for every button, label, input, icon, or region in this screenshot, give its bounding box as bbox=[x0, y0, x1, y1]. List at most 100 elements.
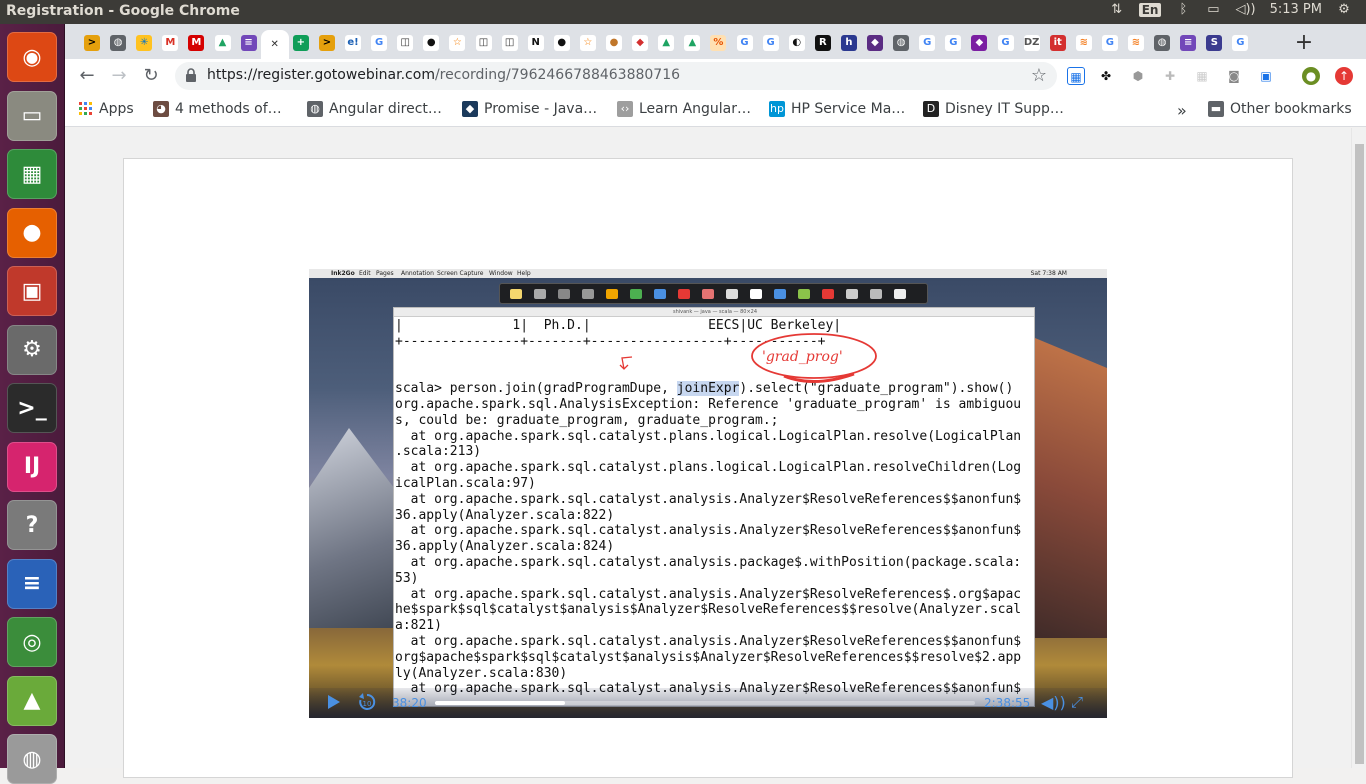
tab-favicon-percent[interactable]: % bbox=[705, 30, 731, 56]
tab-favicon-drive-3[interactable]: ▲ bbox=[679, 30, 705, 56]
bookmark-apps[interactable]: Apps bbox=[79, 101, 134, 117]
tab-favicon-plex[interactable]: > bbox=[79, 30, 105, 56]
reload-icon[interactable]: ↻ bbox=[139, 64, 163, 88]
terminal-line: icalPlan.scala:97) bbox=[395, 475, 536, 491]
system-settings-icon[interactable]: ⚙ bbox=[7, 324, 57, 375]
bookmark-4-methods[interactable]: ◕ 4 methods of… bbox=[153, 101, 282, 117]
update-chrome-icon[interactable]: ↑ bbox=[1335, 67, 1353, 85]
files-icon[interactable]: ▭ bbox=[7, 90, 57, 141]
network-arrows-icon[interactable]: ⇅ bbox=[1109, 2, 1125, 17]
tab-favicon-it[interactable]: it bbox=[1045, 30, 1071, 56]
progress-bar[interactable] bbox=[435, 701, 975, 705]
new-tab-button[interactable]: + bbox=[1291, 30, 1317, 55]
tab-favicon-docs[interactable]: ≡ bbox=[236, 30, 262, 56]
tab-favicon-globe-2[interactable]: ◍ bbox=[888, 30, 914, 56]
tab-favicon-dzone[interactable]: DZ bbox=[1019, 30, 1045, 56]
chrome-icon[interactable]: ◎ bbox=[7, 617, 57, 667]
tab-favicon-plex-2[interactable]: > bbox=[314, 30, 340, 56]
terminal-icon[interactable]: >_ bbox=[7, 383, 57, 433]
terminal-line: a:821) bbox=[395, 618, 442, 634]
image-viewer-icon[interactable]: ▲ bbox=[7, 675, 57, 726]
tab-favicon-book[interactable]: ◫ bbox=[392, 30, 418, 56]
tab-favicon-google-6[interactable]: G bbox=[993, 30, 1019, 56]
keyboard-layout-indicator[interactable]: En bbox=[1138, 2, 1162, 17]
tab-favicon-walmart[interactable]: ✳ bbox=[131, 30, 157, 56]
tab-favicon-drive[interactable]: ▲ bbox=[210, 30, 236, 56]
tab-favicon-book-2[interactable]: ◫ bbox=[471, 30, 497, 56]
bookmark-other[interactable]: ▬ Other bookmarks bbox=[1208, 101, 1352, 117]
intellij-icon[interactable]: IJ bbox=[7, 441, 57, 492]
spreadsheet-icon[interactable]: ▦ bbox=[7, 149, 57, 199]
tab-favicon-google-5[interactable]: G bbox=[940, 30, 966, 56]
tab-favicon-drive-2[interactable]: ▲ bbox=[653, 30, 679, 56]
extension-paw-icon[interactable]: ✤ bbox=[1097, 67, 1115, 85]
panel-clock[interactable]: 5:13 PM bbox=[1270, 2, 1322, 17]
tab-favicon-m-red[interactable]: M bbox=[183, 30, 209, 56]
tab-favicon-shield[interactable]: ◆ bbox=[862, 30, 888, 56]
tab-favicon-google-3[interactable]: G bbox=[758, 30, 784, 56]
back-icon[interactable]: ← bbox=[75, 64, 99, 88]
tab-favicon-github-2[interactable]: ● bbox=[549, 30, 575, 56]
tab-favicon-google-8[interactable]: G bbox=[1227, 30, 1253, 56]
forward-icon[interactable]: → bbox=[107, 64, 131, 88]
volume-icon[interactable]: ◀)) bbox=[1041, 693, 1066, 712]
tab-favicon-close[interactable]: ✕ bbox=[260, 30, 289, 59]
fullscreen-icon[interactable]: ⤢ bbox=[1071, 693, 1083, 711]
tab-favicon-docs-2[interactable]: ≡ bbox=[1175, 30, 1201, 56]
tab-favicon-cookie[interactable]: ● bbox=[601, 30, 627, 56]
page-scrollbar[interactable] bbox=[1351, 128, 1366, 768]
tab-favicon-github[interactable]: ● bbox=[418, 30, 444, 56]
tab-favicon-notion[interactable]: N bbox=[523, 30, 549, 56]
tab-favicon-scala[interactable]: S bbox=[1201, 30, 1227, 56]
presentation-icon[interactable]: ▣ bbox=[7, 266, 57, 316]
firefox-icon[interactable]: ● bbox=[7, 207, 57, 258]
tab-favicon-star-2[interactable]: ☆ bbox=[575, 30, 601, 56]
writer-icon[interactable]: ≡ bbox=[7, 558, 57, 609]
bookmark-disney-it[interactable]: D Disney IT Supp… bbox=[923, 101, 1064, 117]
tab-favicon-globe[interactable]: ◍ bbox=[105, 30, 131, 56]
profile-avatar[interactable]: ● bbox=[1302, 67, 1320, 85]
video-player[interactable]: Sat 7:38 AM Ink2Go Edit Pages Annotation Scr… bbox=[309, 269, 1107, 718]
tab-favicon-google-7[interactable]: G bbox=[1097, 30, 1123, 56]
tab-favicon-h[interactable]: h bbox=[836, 30, 862, 56]
help-icon[interactable]: ? bbox=[7, 500, 57, 550]
tab-favicon-stack[interactable]: ◆ bbox=[627, 30, 653, 56]
tab-favicon-google[interactable]: G bbox=[366, 30, 392, 56]
terminal-line: at org.apache.spark.sql.catalyst.analysi… bbox=[395, 523, 1022, 539]
replay-10-icon[interactable]: 10 bbox=[357, 692, 377, 712]
tab-favicon-book-3[interactable]: ◫ bbox=[497, 30, 523, 56]
extension-grid-icon[interactable]: ▦ bbox=[1193, 67, 1211, 85]
extension-puzzle-icon[interactable]: ✚ bbox=[1161, 67, 1179, 85]
bookmark-learn-angular[interactable]: ‹› Learn Angular… bbox=[617, 101, 751, 117]
ubuntu-dash-icon[interactable]: ◉ bbox=[7, 32, 57, 82]
scrollbar-thumb[interactable] bbox=[1355, 144, 1364, 764]
extension-sheet-icon[interactable]: ▦ bbox=[1067, 67, 1085, 85]
tab-favicon-sheets[interactable]: + bbox=[288, 30, 314, 56]
extension-camera-icon[interactable]: ◙ bbox=[1225, 67, 1243, 85]
extension-hex-icon[interactable]: ⬢ bbox=[1129, 67, 1147, 85]
tab-favicon-stackoverflow[interactable]: ≋ bbox=[1071, 30, 1097, 56]
tab-favicon-eloqua[interactable]: e! bbox=[340, 30, 366, 56]
tab-favicon-star[interactable]: ☆ bbox=[444, 30, 470, 56]
power-gear-icon[interactable]: ⚙ bbox=[1336, 2, 1352, 17]
bookmarks-overflow-button[interactable]: » bbox=[1177, 101, 1187, 120]
extension-cast-icon[interactable]: ▣ bbox=[1257, 67, 1275, 85]
tab-favicon-google-4[interactable]: G bbox=[914, 30, 940, 56]
bookmark-hp-service[interactable]: hp HP Service Ma… bbox=[769, 101, 905, 117]
tab-favicon-gmail[interactable]: M bbox=[157, 30, 183, 56]
bookmark-promise-java[interactable]: ◆ Promise - Java… bbox=[462, 101, 597, 117]
tab-favicon-stackoverflow-2[interactable]: ≋ bbox=[1123, 30, 1149, 56]
bookmark-angular-direct[interactable]: ◍ Angular direct… bbox=[307, 101, 442, 117]
play-icon[interactable] bbox=[325, 694, 341, 710]
tab-favicon-globe-3[interactable]: ◍ bbox=[1149, 30, 1175, 56]
tab-favicon-r[interactable]: R bbox=[810, 30, 836, 56]
address-bar[interactable]: https://register.gotowebinar.com/recordi… bbox=[175, 62, 1057, 90]
tab-favicon-cap[interactable]: ◆ bbox=[966, 30, 992, 56]
volume-icon[interactable]: ◁)) bbox=[1235, 2, 1255, 17]
battery-icon[interactable]: ▭ bbox=[1205, 2, 1221, 17]
tab-favicon-google-2[interactable]: G bbox=[732, 30, 758, 56]
tab-favicon-anaconda[interactable]: ◐ bbox=[784, 30, 810, 56]
bookmark-star-icon[interactable]: ☆ bbox=[1031, 65, 1047, 86]
disk-icon[interactable]: ◍ bbox=[7, 734, 57, 784]
bluetooth-icon[interactable]: ᛒ bbox=[1175, 2, 1191, 17]
